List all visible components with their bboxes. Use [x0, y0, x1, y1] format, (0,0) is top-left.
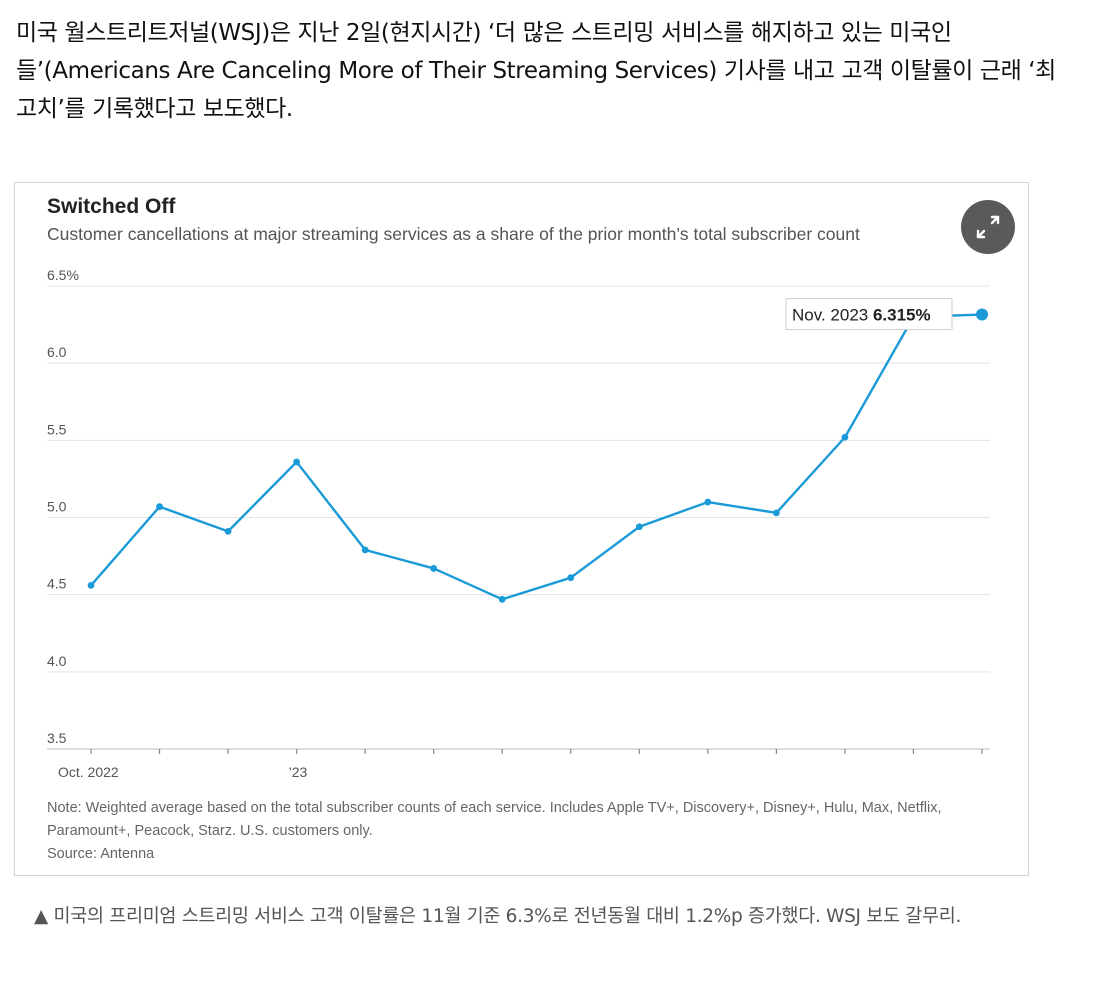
y-tick-label: 4.5 [47, 576, 67, 592]
chart-figure: Switched Off Customer cancellations at m… [14, 182, 1029, 876]
annotation-label: Nov. 2023 6.315% [792, 306, 931, 325]
figure-caption: ▲ 미국의 프리미엄 스트리밍 서비스 고객 이탈률은 11월 기준 6.3%로… [34, 906, 962, 927]
data-point [841, 433, 849, 441]
y-tick-label: 6.5% [47, 267, 79, 283]
article-text: 미국 월스트리트저널(WSJ)은 지난 2일(현지시간) ‘더 많은 스트리밍 … [16, 20, 1056, 122]
data-point [87, 582, 95, 589]
series-line [90, 313, 983, 601]
data-point [430, 565, 438, 572]
data-point [704, 498, 712, 506]
x-tick-label: ’23 [289, 764, 308, 780]
data-point [498, 595, 506, 603]
y-tick-label: 3.5 [47, 730, 67, 746]
x-tick-label: Oct. 2022 [58, 764, 119, 780]
data-point [567, 574, 575, 582]
data-point [293, 458, 301, 466]
chart-note: Note: Weighted average based on the tota… [47, 800, 942, 839]
chart-source: Source: Antenna [47, 846, 155, 862]
annotation-date: Nov. 2023 [792, 306, 873, 325]
data-point [156, 503, 163, 511]
annotation-value: 6.315% [873, 306, 931, 325]
chart-note-block: Note: Weighted average based on the tota… [47, 797, 1007, 866]
y-tick-label: 5.5 [47, 421, 67, 437]
highlight-point [976, 308, 988, 321]
y-tick-label: 4.0 [47, 653, 67, 669]
data-point [224, 527, 232, 535]
y-tick-label: 5.0 [47, 499, 67, 515]
data-point [772, 509, 780, 517]
line-chart: 6.5% 6.0 5.5 5.0 4.5 4.0 3.5 Oct. 2022 ’23 Nov. 2… [47, 267, 990, 780]
article-paragraph: 미국 월스트리트저널(WSJ)은 지난 2일(현지시간) ‘더 많은 스트리밍 … [16, 14, 1076, 128]
y-tick-label: 6.0 [47, 344, 67, 360]
data-point [635, 523, 643, 531]
data-point [361, 546, 369, 554]
